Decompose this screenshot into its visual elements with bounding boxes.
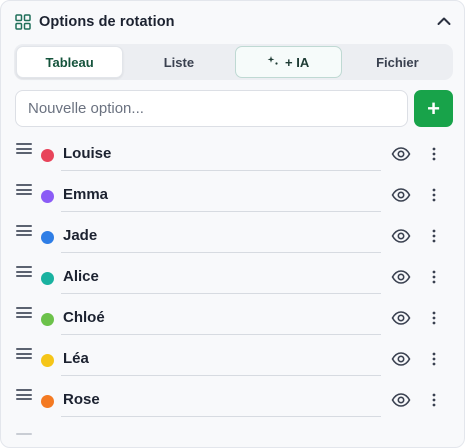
tab-fichier[interactable]: Fichier bbox=[344, 46, 451, 78]
color-dot bbox=[41, 313, 54, 326]
tab-label: + IA bbox=[285, 54, 310, 70]
option-name[interactable]: Rose bbox=[63, 391, 100, 408]
rotation-options-panel: Options de rotation Tableau Liste + IA F… bbox=[0, 0, 465, 448]
panel-header: Options de rotation bbox=[15, 9, 454, 35]
color-dot bbox=[41, 395, 54, 408]
eye-icon[interactable] bbox=[390, 389, 412, 411]
drag-handle-icon[interactable] bbox=[16, 389, 32, 401]
more-vertical-icon[interactable] bbox=[425, 307, 443, 329]
option-name[interactable]: Léa bbox=[63, 350, 89, 367]
divider bbox=[61, 293, 381, 294]
list-item: Chloé bbox=[1, 299, 464, 340]
option-name[interactable]: Alice bbox=[63, 268, 99, 285]
drag-handle-icon[interactable] bbox=[16, 143, 32, 155]
view-tabs: Tableau Liste + IA Fichier bbox=[14, 44, 453, 80]
drag-handle-icon[interactable] bbox=[16, 348, 32, 360]
drag-handle-icon bbox=[16, 433, 32, 435]
tab-ia[interactable]: + IA bbox=[234, 46, 342, 78]
tab-label: Liste bbox=[163, 54, 195, 70]
divider bbox=[61, 211, 381, 212]
eye-icon[interactable] bbox=[390, 143, 412, 165]
drag-handle-icon[interactable] bbox=[16, 307, 32, 319]
panel-title: Options de rotation bbox=[39, 14, 175, 30]
divider bbox=[61, 416, 381, 417]
more-vertical-icon[interactable] bbox=[425, 143, 443, 165]
chevron-up-icon[interactable] bbox=[434, 11, 454, 31]
eye-icon[interactable] bbox=[390, 266, 412, 288]
option-name[interactable]: Chloé bbox=[63, 309, 105, 326]
eye-icon[interactable] bbox=[390, 225, 412, 247]
eye-icon[interactable] bbox=[390, 184, 412, 206]
eye-icon[interactable] bbox=[390, 348, 412, 370]
color-dot bbox=[41, 190, 54, 203]
color-dot bbox=[41, 149, 54, 162]
more-vertical-icon[interactable] bbox=[425, 348, 443, 370]
drag-handle-icon[interactable] bbox=[16, 266, 32, 278]
option-name[interactable]: Louise bbox=[63, 145, 111, 162]
divider bbox=[61, 170, 381, 171]
list-item: Emma bbox=[1, 176, 464, 217]
more-vertical-icon[interactable] bbox=[425, 225, 443, 247]
sparkle-icon bbox=[267, 55, 279, 70]
list-item: Rose bbox=[1, 381, 464, 422]
option-name[interactable]: Jade bbox=[63, 227, 97, 244]
grid-icon bbox=[15, 14, 31, 30]
drag-handle-icon[interactable] bbox=[16, 225, 32, 237]
new-option-input[interactable] bbox=[15, 90, 408, 127]
tab-tableau[interactable]: Tableau bbox=[16, 46, 124, 78]
new-option-row: + bbox=[15, 90, 453, 128]
divider bbox=[61, 334, 381, 335]
tab-label: Tableau bbox=[45, 54, 94, 70]
option-name[interactable]: Emma bbox=[63, 186, 108, 203]
divider bbox=[61, 252, 381, 253]
drag-handle-icon[interactable] bbox=[16, 184, 32, 196]
tab-liste[interactable]: Liste bbox=[125, 46, 232, 78]
color-dot bbox=[41, 272, 54, 285]
list-item: Alice bbox=[1, 258, 464, 299]
more-vertical-icon[interactable] bbox=[425, 184, 443, 206]
eye-icon[interactable] bbox=[390, 307, 412, 329]
tab-label: Fichier bbox=[376, 54, 419, 70]
more-vertical-icon[interactable] bbox=[425, 389, 443, 411]
add-option-button[interactable]: + bbox=[414, 90, 453, 127]
more-vertical-icon[interactable] bbox=[425, 266, 443, 288]
color-dot bbox=[41, 354, 54, 367]
list-item: Léa bbox=[1, 340, 464, 381]
plus-icon: + bbox=[427, 95, 440, 121]
divider bbox=[61, 375, 381, 376]
list-item: Louise bbox=[1, 135, 464, 176]
color-dot bbox=[41, 231, 54, 244]
list-item: Jade bbox=[1, 217, 464, 258]
